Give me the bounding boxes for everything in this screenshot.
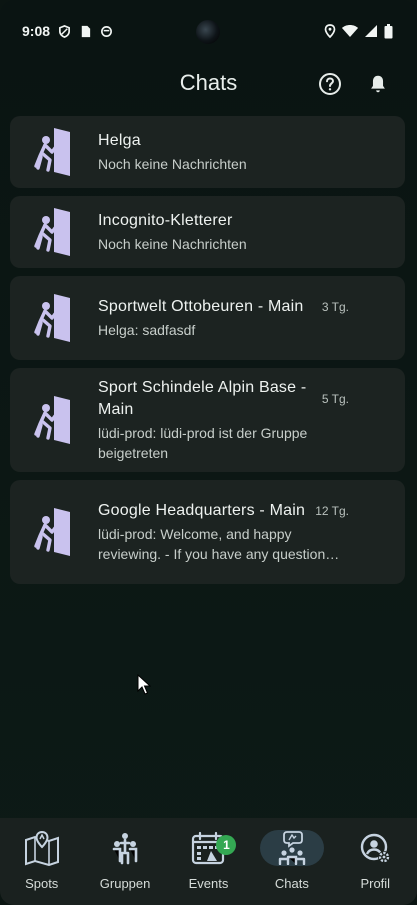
chat-text: Helga Noch keine Nachrichten — [98, 130, 405, 174]
nav-spots[interactable]: Spots — [2, 830, 82, 891]
chat-avatar — [10, 292, 98, 344]
nav-chats[interactable]: Chats — [252, 830, 332, 891]
chat-preview: Noch keine Nachrichten — [98, 236, 247, 252]
nav-label: Spots — [25, 876, 59, 891]
sync-icon — [101, 25, 113, 37]
page-title: Chats — [179, 70, 238, 95]
chat-time: 3 Tg. — [321, 300, 349, 314]
chat-item[interactable]: Sport Schindele Alpin Base - Main lüdi-p… — [10, 368, 405, 472]
chat-list: Helga Noch keine Nachrichten Incognito-K… — [10, 116, 405, 592]
chat-item[interactable]: Helga Noch keine Nachrichten — [10, 116, 405, 188]
notifications-button[interactable] — [364, 70, 392, 98]
nav-gruppen[interactable]: Gruppen — [85, 830, 165, 891]
chat-text: Sportwelt Ottobeuren - Main Helga: sadfa… — [98, 296, 405, 340]
nav-label: Events — [188, 876, 229, 891]
chat-time: 12 Tg. — [315, 504, 349, 518]
chat-avatar — [10, 506, 98, 558]
chat-item[interactable]: Incognito-Kletterer Noch keine Nachricht… — [10, 196, 405, 268]
bottom-nav: Spots Gruppen 1 Events Chats Profil — [0, 818, 417, 905]
status-right — [324, 23, 393, 39]
help-circle-icon — [319, 73, 341, 95]
status-bar: 9:08 — [0, 0, 417, 62]
chat-group-icon — [278, 831, 306, 865]
nav-icon-wrap — [10, 830, 74, 866]
location-icon — [324, 24, 336, 38]
climber-icon — [34, 396, 70, 444]
front-camera — [196, 20, 220, 44]
nav-label: Gruppen — [99, 876, 151, 891]
chat-time: 5 Tg. — [321, 392, 349, 406]
nav-icon-wrap — [343, 830, 407, 866]
chat-avatar — [10, 206, 98, 258]
chat-text: Sport Schindele Alpin Base - Main lüdi-p… — [98, 377, 405, 463]
shield-icon — [59, 24, 71, 38]
nav-profil[interactable]: Profil — [335, 830, 415, 891]
climber-icon — [34, 508, 70, 556]
app-header: Chats — [0, 62, 417, 106]
profile-gear-icon — [361, 833, 391, 863]
nav-label: Chats — [274, 876, 309, 891]
chat-avatar — [10, 394, 98, 446]
chat-preview: Noch keine Nachrichten — [98, 156, 247, 172]
climber-icon — [34, 208, 70, 256]
sim-card-icon — [81, 25, 91, 37]
chat-name: Sportwelt Ottobeuren - Main — [98, 298, 304, 315]
climber-icon — [34, 128, 70, 176]
map-pin-icon — [24, 830, 59, 866]
signal-icon — [365, 25, 377, 37]
climber-icon — [34, 294, 70, 342]
chat-preview: lüdi-prod: Welcome, and happy reviewing.… — [98, 526, 340, 562]
chat-preview: lüdi-prod: lüdi-prod ist der Gruppe beig… — [98, 425, 308, 461]
battery-icon — [384, 23, 393, 38]
chat-avatar — [10, 126, 98, 178]
chat-item[interactable]: Sportwelt Ottobeuren - Main Helga: sadfa… — [10, 276, 405, 360]
chat-text: Google Headquarters - Main lüdi-prod: We… — [98, 500, 405, 564]
chat-name: Google Headquarters - Main — [98, 502, 306, 519]
chat-item[interactable]: Google Headquarters - Main lüdi-prod: We… — [10, 480, 405, 584]
status-time: 9:08 — [22, 23, 51, 39]
nav-icon-wrap — [93, 830, 157, 866]
chat-text: Incognito-Kletterer Noch keine Nachricht… — [98, 210, 405, 254]
status-left: 9:08 — [22, 23, 113, 39]
chat-preview: Helga: sadfasdf — [98, 322, 196, 338]
mouse-cursor-icon — [137, 674, 151, 695]
nav-events[interactable]: 1 Events — [168, 830, 248, 891]
bell-icon — [371, 75, 385, 93]
chat-name: Helga — [98, 132, 141, 149]
wifi-icon — [342, 25, 358, 37]
nav-icon-wrap — [259, 830, 324, 866]
group-icon — [112, 833, 138, 865]
phone-screen: 9:08 Chats Helga Noch keine Nachrichten … — [0, 0, 417, 905]
chat-name: Incognito-Kletterer — [98, 212, 233, 229]
nav-label: Profil — [360, 876, 391, 891]
help-button[interactable] — [316, 70, 344, 98]
chat-name: Sport Schindele Alpin Base - Main — [98, 379, 307, 418]
